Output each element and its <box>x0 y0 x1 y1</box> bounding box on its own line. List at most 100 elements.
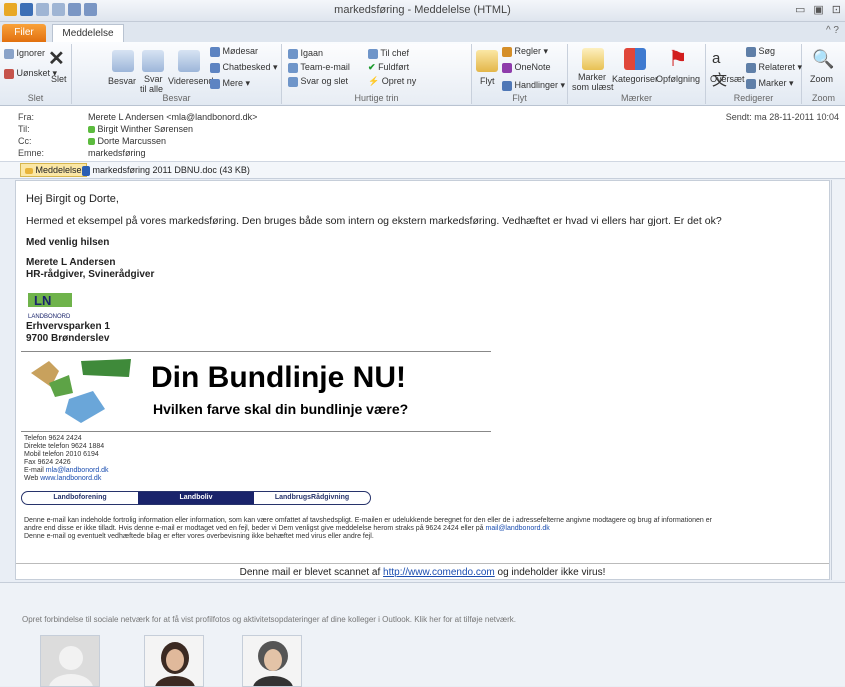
tab-message[interactable]: Meddelelse <box>52 24 124 42</box>
mark-unread-button[interactable]: Marker <box>578 72 606 82</box>
quickstep-item[interactable]: Til chef <box>368 48 409 59</box>
quickstep-item[interactable]: Team-e-mail <box>288 62 350 73</box>
ribbon: Ignorer Uønsket ▾ ✕ Slet Slet Besvar Sva… <box>0 42 845 106</box>
group-editing: a文 Oversæt Søg Relateret ▾ Marker ▾ Redi… <box>706 44 802 104</box>
attachment-file[interactable]: markedsføring 2011 DBNU.doc (43 KB) <box>82 164 250 176</box>
quickstep-label: Fuldført <box>378 62 410 72</box>
meeting-button[interactable]: Mødesar <box>210 46 258 57</box>
disclaimer-line-2: andre end disse er ikke tilladt. Hvis de… <box>24 525 824 533</box>
actions-button[interactable]: Handlinger ▾ <box>502 80 565 91</box>
cc-value-text: Dorte Marcussen <box>97 136 167 146</box>
cc-value[interactable]: Dorte Marcussen <box>88 136 166 146</box>
contact-email: E-mail mla@landbonord.dk <box>24 467 109 475</box>
rules-button[interactable]: Regler ▾ <box>502 46 548 57</box>
close-button[interactable]: ⊡ <box>832 3 841 16</box>
web-label: Web <box>24 475 39 482</box>
actions-icon <box>502 80 512 91</box>
group-quicksteps: Igaan Team-e-mail Svar og slet Til chef … <box>282 44 472 104</box>
quickstep-item[interactable]: ✔ Fuldført <box>368 62 409 73</box>
junk-icon <box>4 68 14 79</box>
signature-nav: Landboforening Landboliv LandbrugsRådgiv… <box>21 491 371 505</box>
banner-subtitle: Hvilken farve skal din bundlinje være? <box>153 401 409 417</box>
quickstep-label: Opret ny <box>381 76 417 86</box>
reply-button[interactable]: Besvar <box>108 76 136 86</box>
lightning-icon: ⚡ <box>368 76 380 87</box>
chat-button[interactable]: Chatbesked ▾ <box>210 62 278 73</box>
nav-landboliv[interactable]: Landboliv <box>138 492 254 504</box>
presence-icon <box>88 126 95 134</box>
nav-landboforening[interactable]: Landboforening <box>22 492 138 504</box>
group-zoom: 🔍 Zoom Zoom <box>802 44 845 104</box>
envelope-icon <box>25 167 33 174</box>
maximize-button[interactable]: ▣ <box>813 3 823 16</box>
delete-button[interactable]: Slet <box>51 74 67 84</box>
delete-icon[interactable]: ✕ <box>48 46 65 71</box>
quickstep-item[interactable]: ⚡ Opret ny <box>368 76 416 87</box>
avatar[interactable] <box>242 635 302 687</box>
email-link[interactable]: mla@landbonord.dk <box>46 467 109 474</box>
zoom-button[interactable]: Zoom <box>810 74 833 84</box>
email-label: E-mail <box>24 467 44 474</box>
minimize-button[interactable]: ▭ <box>795 3 805 16</box>
avatar[interactable] <box>40 635 100 687</box>
quickstep-label: Svar og slet <box>300 76 349 86</box>
quickstep-item[interactable]: Igaan <box>288 48 323 59</box>
comendo-link[interactable]: http://www.comendo.com <box>383 567 495 578</box>
more-label: Mere ▾ <box>222 78 251 88</box>
logo-graphic: LN <box>28 293 72 308</box>
body-text: Hermed et eksempel på vores markedsførin… <box>26 215 722 227</box>
onenote-button[interactable]: OneNote <box>502 62 551 73</box>
from-label: Fra: <box>18 112 35 122</box>
social-connector-text[interactable]: Opret forbindelse til sociale netværk fo… <box>22 615 516 624</box>
meeting-label: Møde <box>222 46 246 56</box>
avatar-photo <box>145 636 203 686</box>
categorize-button[interactable]: Kategoriser <box>612 74 658 84</box>
web-link[interactable]: www.landbonord.dk <box>40 475 101 482</box>
translate-icon: a文 <box>712 50 728 89</box>
avatar[interactable] <box>144 635 204 687</box>
scan-text-pre: Denne mail er blevet scannet af <box>239 567 381 578</box>
help-icon[interactable]: ^ ? <box>826 25 839 36</box>
quickstep-icon <box>288 48 298 59</box>
logo-text: LANDBONORD <box>28 314 71 320</box>
translate-button[interactable]: Oversæt <box>710 74 745 84</box>
to-value[interactable]: Birgit Winther Sørensen <box>88 124 193 134</box>
more-button[interactable]: Mere ▾ <box>210 78 250 89</box>
reply-icon <box>112 50 134 72</box>
window-controls: ▭ ▣ ⊡ <box>795 3 841 16</box>
group-respond: Besvar Svar til alle Videresend Mødesar … <box>72 44 282 104</box>
disclaimer-email-link[interactable]: mail@landbonord.dk <box>485 525 549 532</box>
tab-message-body[interactable]: Meddelelse <box>20 163 87 177</box>
quickstep-label: Igaan <box>300 48 324 58</box>
attachment-bar: Meddelelse markedsføring 2011 DBNU.doc (… <box>0 162 845 179</box>
avatar-placeholder <box>41 636 99 686</box>
from-value[interactable]: Merete L Andersen <mla@landbonord.dk> <box>88 112 257 122</box>
followup-button[interactable]: Opfølgning <box>656 74 700 84</box>
move-button[interactable]: Flyt <box>480 76 495 86</box>
related-icon <box>746 62 756 73</box>
cursor-icon <box>746 78 756 89</box>
vertical-scrollbar[interactable] <box>831 180 845 580</box>
find-button[interactable]: Søg <box>746 46 775 57</box>
reply-all-icon <box>142 50 164 72</box>
tab-file[interactable]: Filer <box>2 24 46 42</box>
to-value-text: Birgit Winther Sørensen <box>97 124 194 134</box>
chat-icon <box>210 62 220 73</box>
message-body: Hej Birgit og Dorte, Hermed et eksempel … <box>15 180 830 580</box>
forward-button[interactable]: Videresend <box>168 76 213 86</box>
ignore-button[interactable]: Ignorer <box>4 48 45 59</box>
to-label: Til: <box>18 124 30 134</box>
word-doc-icon <box>82 165 90 176</box>
nav-landbrugsraadgivning[interactable]: LandbrugsRådgivning <box>254 492 370 504</box>
binoculars-icon <box>746 46 756 57</box>
quickstep-item[interactable]: Svar og slet <box>288 76 348 87</box>
disclaimer-line-3: Denne e-mail og eventuelt vedhæftede bil… <box>24 533 374 540</box>
meeting-icon <box>210 46 220 57</box>
group-delete: Ignorer Uønsket ▾ ✕ Slet Slet <box>0 44 72 104</box>
related-button[interactable]: Relateret ▾ <box>746 62 802 73</box>
group-label-quicksteps: Hurtige trin <box>354 93 399 103</box>
select-button[interactable]: Marker ▾ <box>746 78 794 89</box>
quickstep-label: Team-e-mail <box>300 62 350 72</box>
move-icon <box>476 50 498 72</box>
reply-all-button[interactable]: Svar <box>144 74 163 84</box>
